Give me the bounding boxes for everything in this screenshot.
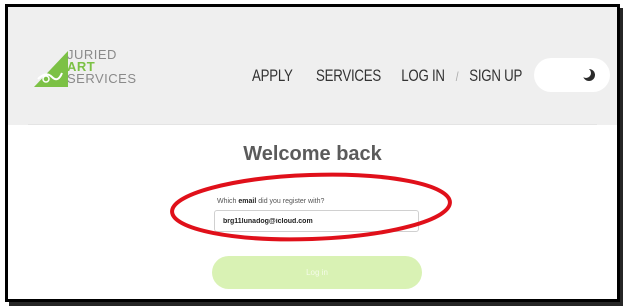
email-label-bold: email [238, 198, 257, 205]
logo-mark-icon [34, 51, 68, 87]
moon-icon [582, 68, 595, 81]
site-logo[interactable]: JURIED ART SERVICES [32, 48, 182, 99]
nav-signup[interactable]: SIGN UP [469, 66, 522, 86]
nav-login[interactable]: LOG IN [401, 66, 445, 86]
page-title: Welcome back [243, 143, 382, 165]
nav-services[interactable]: SERVICES [316, 66, 381, 86]
header-divider [28, 124, 597, 125]
email-field[interactable] [214, 210, 419, 232]
dark-mode-toggle[interactable] [534, 58, 610, 92]
email-label-post: did you register with? [256, 198, 325, 205]
logo-wordmark: JURIED ART SERVICES [67, 48, 137, 86]
email-field-label: Which email did you register with? [217, 198, 324, 205]
login-button[interactable]: Log in [212, 256, 422, 289]
email-label-pre: Which [217, 198, 239, 205]
nav-apply[interactable]: APPLY [252, 66, 293, 86]
nav-separator: / [455, 68, 459, 84]
screenshot-frame: JURIED ART SERVICES APPLY SERVICES LOG I… [5, 4, 620, 302]
main-nav: APPLY SERVICES LOG IN / SIGN UP [252, 63, 522, 89]
logo-text-services: SERVICES [67, 71, 137, 86]
site-header: JURIED ART SERVICES APPLY SERVICES LOG I… [8, 7, 617, 125]
